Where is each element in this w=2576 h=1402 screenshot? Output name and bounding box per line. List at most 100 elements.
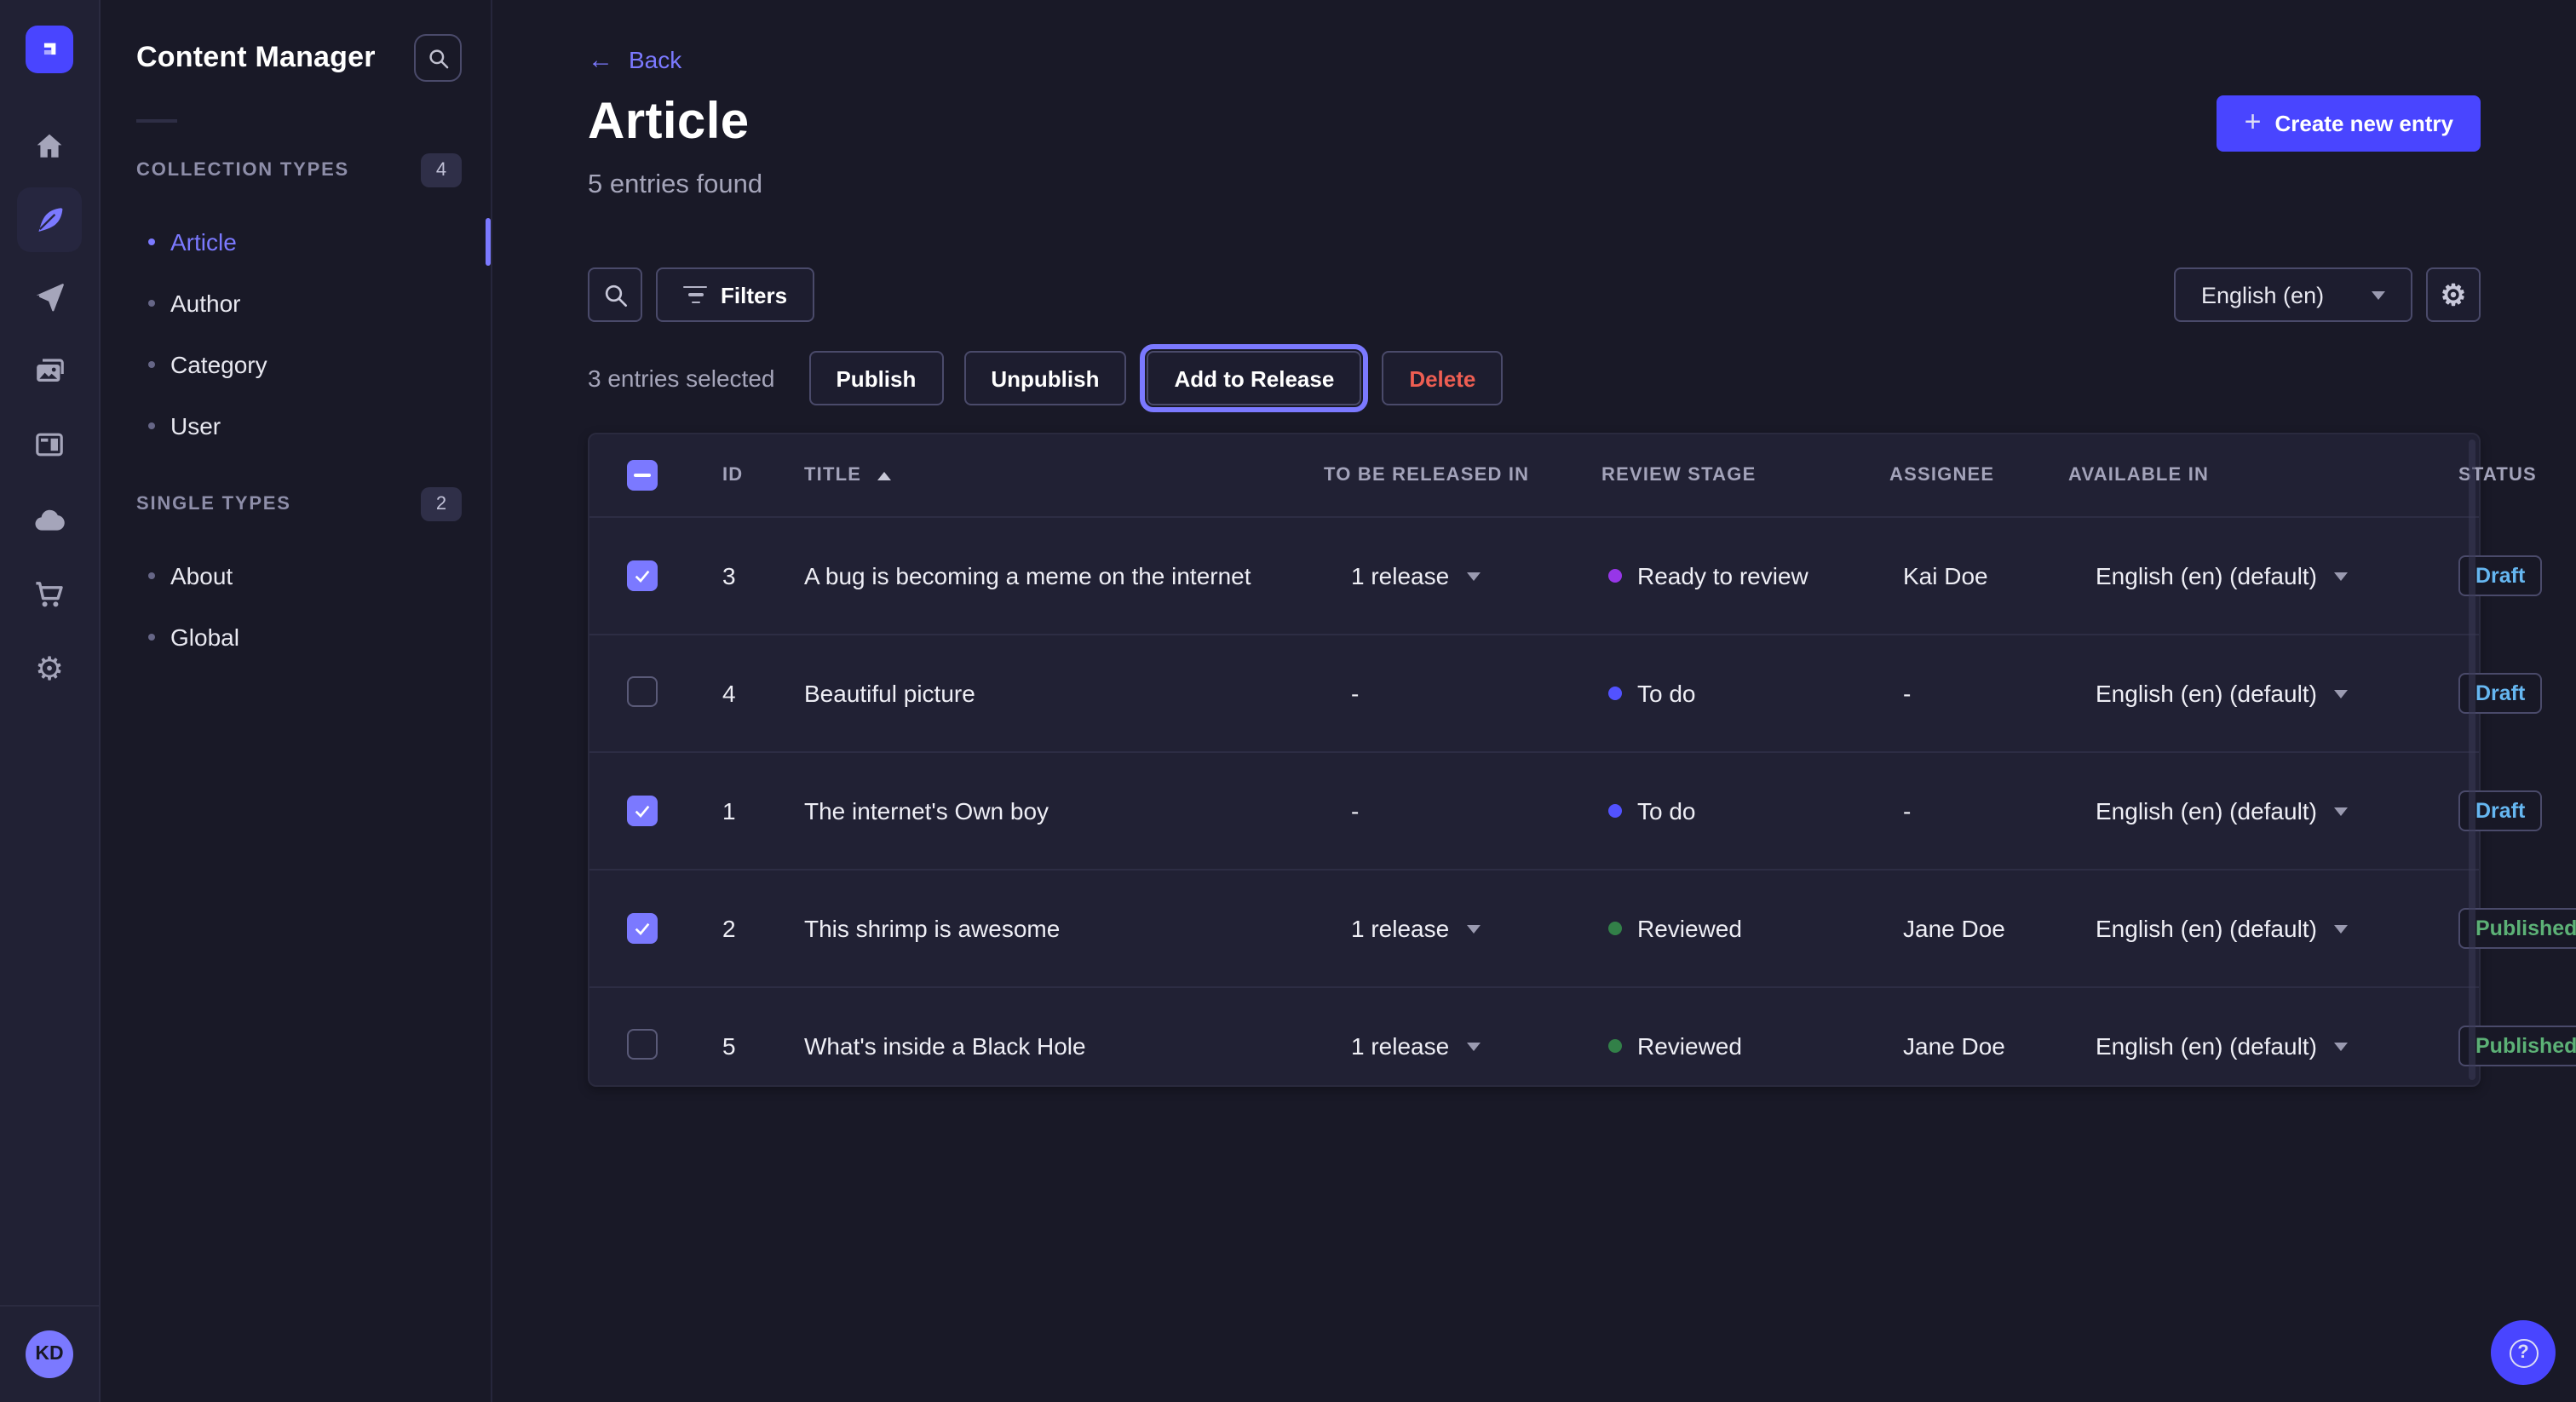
row-release: 1 release: [1351, 562, 1449, 589]
row-title: This shrimp is awesome: [804, 915, 1060, 942]
row-checkbox[interactable]: [627, 560, 658, 591]
locale-chevron-down-icon[interactable]: [2334, 924, 2348, 933]
locale-chevron-down-icon[interactable]: [2334, 807, 2348, 815]
release-chevron-down-icon[interactable]: [1466, 924, 1480, 933]
row-release: -: [1351, 797, 1359, 825]
row-release: 1 release: [1351, 915, 1449, 942]
gear-icon: ⚙: [2441, 280, 2467, 309]
row-checkbox[interactable]: [627, 796, 658, 826]
marketplace-cart-icon[interactable]: [17, 562, 82, 627]
table-row[interactable]: 4 Beautiful picture - To do - English (e…: [589, 635, 2479, 752]
row-assignee: Kai Doe: [1903, 562, 1988, 589]
single-types-count-badge: 2: [421, 487, 462, 521]
sidebar-item-article[interactable]: Article: [99, 211, 491, 273]
strapi-logo-icon: [36, 36, 63, 63]
stage-dot: [1608, 1039, 1622, 1053]
content-manager-icon[interactable]: [17, 187, 82, 252]
back-label: Back: [629, 46, 681, 73]
strapi-logo[interactable]: [26, 26, 73, 73]
table-row[interactable]: 5 What's inside a Black Hole 1 release R…: [589, 987, 2479, 1104]
chevron-down-icon: [2372, 290, 2385, 299]
check-icon: [632, 566, 653, 586]
user-avatar[interactable]: KD: [26, 1330, 73, 1378]
help-button[interactable]: ?: [2491, 1320, 2556, 1385]
sidebar-divider: [136, 119, 177, 123]
row-checkbox[interactable]: [627, 1028, 658, 1059]
row-assignee: Jane Doe: [1903, 915, 2005, 942]
table-row[interactable]: 2 This shrimp is awesome 1 release Revie…: [589, 870, 2479, 987]
stage-dot: [1608, 804, 1622, 818]
page-title: Article: [588, 94, 750, 152]
create-new-entry-button[interactable]: + Create new entry: [2217, 95, 2481, 151]
back-arrow-icon: ←: [588, 47, 613, 72]
unpublish-button[interactable]: Unpublish: [963, 351, 1126, 405]
row-stage: Reviewed: [1637, 915, 1742, 942]
view-settings-button[interactable]: ⚙: [2426, 267, 2481, 322]
sidebar-item-global[interactable]: Global: [99, 606, 491, 668]
media-library-icon[interactable]: [17, 339, 82, 404]
selection-count-text: 3 entries selected: [588, 365, 774, 392]
row-assignee: Jane Doe: [1903, 1032, 2005, 1060]
table-header-row: ID TITLE TO BE RELEASED IN REVIEW STAGE …: [589, 434, 2479, 517]
row-checkbox[interactable]: [627, 913, 658, 944]
locale-chevron-down-icon[interactable]: [2334, 1042, 2348, 1050]
sidebar-item-about[interactable]: About: [99, 545, 491, 606]
delete-button[interactable]: Delete: [1382, 351, 1503, 405]
sidebar-item-category[interactable]: Category: [99, 334, 491, 395]
sidebar-title: Content Manager: [136, 41, 376, 75]
content-manager-sidebar: Content Manager COLLECTION TYPES 4 Artic…: [99, 0, 492, 1402]
stage-dot: [1608, 687, 1622, 700]
locale-chevron-down-icon[interactable]: [2334, 572, 2348, 580]
releases-icon[interactable]: [17, 264, 82, 329]
entries-count-subtitle: 5 entries found: [588, 170, 762, 201]
sidebar-item-author[interactable]: Author: [99, 273, 491, 334]
release-chevron-down-icon[interactable]: [1466, 572, 1480, 580]
table-scrollbar[interactable]: [2469, 440, 2475, 1080]
row-stage: Ready to review: [1637, 562, 1808, 589]
filter-icon: [683, 285, 707, 304]
entries-table-card: ID TITLE TO BE RELEASED IN REVIEW STAGE …: [588, 433, 2481, 1087]
home-icon[interactable]: [17, 114, 82, 179]
row-title: Beautiful picture: [804, 680, 975, 707]
select-all-checkbox[interactable]: [627, 460, 658, 491]
indeterminate-icon: [634, 474, 651, 478]
row-release: -: [1351, 680, 1359, 707]
row-locale: English (en) (default): [2096, 562, 2317, 589]
app-window: ⚙ KD Content Manager COLLECTION TYPES 4 …: [0, 0, 2576, 1402]
column-header-title[interactable]: TITLE: [802, 434, 1290, 517]
column-header-to-be-released-in: TO BE RELEASED IN: [1290, 434, 1574, 517]
stage-dot: [1608, 569, 1622, 583]
row-locale: English (en) (default): [2096, 915, 2317, 942]
section-label-single-types: SINGLE TYPES: [136, 494, 291, 514]
row-id: 5: [722, 1032, 736, 1060]
settings-gear-icon[interactable]: ⚙: [17, 637, 82, 702]
sidebar-item-user[interactable]: User: [99, 395, 491, 457]
cloud-icon[interactable]: [17, 489, 82, 554]
locale-select[interactable]: English (en): [2174, 267, 2412, 322]
locale-chevron-down-icon[interactable]: [2334, 689, 2348, 698]
row-locale: English (en) (default): [2096, 680, 2317, 707]
row-checkbox[interactable]: [627, 675, 658, 706]
add-to-release-button[interactable]: Add to Release: [1147, 351, 1361, 405]
row-locale: English (en) (default): [2096, 1032, 2317, 1060]
row-locale: English (en) (default): [2096, 797, 2317, 825]
column-header-review-stage: REVIEW STAGE: [1574, 434, 1869, 517]
status-badge: Published: [2458, 1026, 2576, 1066]
sidebar-search-button[interactable]: [414, 34, 462, 82]
help-question-icon: ?: [2509, 1338, 2538, 1367]
content-type-builder-icon[interactable]: [17, 412, 82, 477]
release-chevron-down-icon[interactable]: [1466, 1042, 1480, 1050]
back-link[interactable]: ← Back: [588, 46, 681, 73]
publish-button[interactable]: Publish: [808, 351, 943, 405]
row-id: 4: [722, 680, 736, 707]
table-row[interactable]: 3 A bug is becoming a meme on the intern…: [589, 517, 2479, 635]
collection-types-count-badge: 4: [421, 153, 462, 187]
table-row[interactable]: 1 The internet's Own boy - To do - Engli…: [589, 752, 2479, 870]
rail-divider: [0, 1305, 99, 1307]
row-id: 1: [722, 797, 736, 825]
filters-button[interactable]: Filters: [656, 267, 814, 322]
row-title: What's inside a Black Hole: [804, 1032, 1086, 1060]
row-assignee: -: [1903, 680, 1911, 707]
search-button[interactable]: [588, 267, 642, 322]
section-label-collection-types: COLLECTION TYPES: [136, 160, 349, 181]
